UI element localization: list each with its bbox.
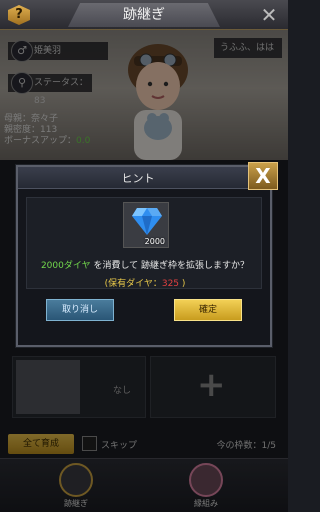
cancel-button[interactable]: 取り消し	[46, 299, 114, 321]
dialog-title: ヒント	[121, 172, 155, 185]
help-button[interactable]: ?	[8, 5, 30, 25]
dialog-message: 2000ダイヤ を消費して 跡継ぎ枠を拡張しますか？	[27, 258, 263, 271]
cost-highlight: 2000ダイヤ	[40, 261, 91, 271]
page-title: 跡継ぎ	[68, 3, 220, 27]
confirm-button[interactable]: 確定	[174, 299, 242, 321]
dialog-body: 2000 2000ダイヤ を消費して 跡継ぎ枠を拡張しますか？ (保有ダイヤ：3…	[26, 197, 262, 289]
diamond-icon	[132, 208, 162, 235]
dialog-close-button[interactable]: X	[248, 162, 278, 190]
dialog-title-bar: ヒント	[18, 167, 270, 189]
diamond-amount: 2000	[144, 237, 165, 246]
diamond-item: 2000	[123, 202, 169, 248]
top-header: ? 跡継ぎ ✕	[0, 0, 288, 30]
message-text: を消費して 跡継ぎ枠を拡張しますか？	[90, 261, 250, 271]
owned-prefix: (保有ダイヤ：	[104, 279, 162, 289]
hint-dialog: ヒント X 2000 2000ダイヤ を消費して 跡継ぎ枠を拡張しますか？ (保…	[16, 162, 278, 347]
owned-value: 325	[161, 279, 180, 289]
close-icon[interactable]: ✕	[258, 4, 280, 26]
owned-diamonds: (保有ダイヤ：325 )	[27, 276, 263, 289]
owned-suffix: )	[179, 279, 186, 289]
